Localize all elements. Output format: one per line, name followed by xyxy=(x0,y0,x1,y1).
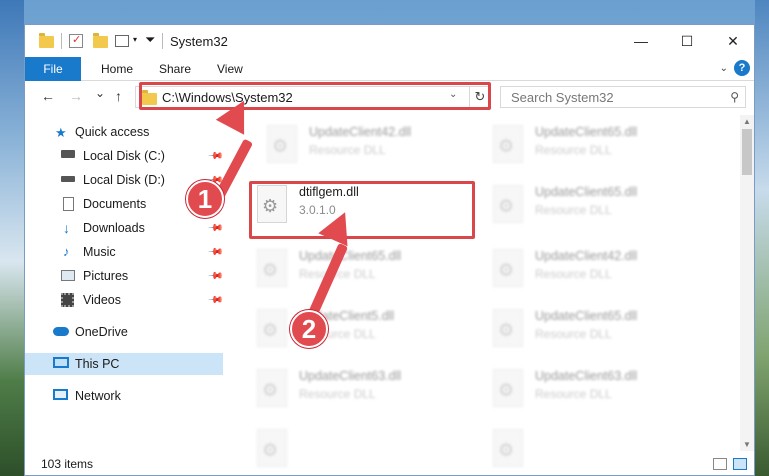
divider xyxy=(162,33,163,49)
address-highlight-box xyxy=(139,82,491,110)
sidebar-item-onedrive[interactable]: OneDrive xyxy=(25,321,223,343)
download-icon: ↓ xyxy=(63,220,70,236)
sidebar-item-network[interactable]: Network xyxy=(25,385,223,407)
videos-icon xyxy=(61,293,74,307)
chevron-down-icon[interactable]: ▾ xyxy=(133,35,137,44)
pin-icon[interactable]: 📌 xyxy=(207,268,224,285)
dll-file-icon xyxy=(257,309,287,347)
title-bar: ✓ ▾ ⏷ System32 — ☐ ✕ xyxy=(25,25,754,57)
properties-icon[interactable]: ✓ xyxy=(69,34,83,48)
dll-file-icon xyxy=(257,369,287,407)
computer-icon xyxy=(53,357,69,368)
tab-file[interactable]: File xyxy=(25,57,81,81)
maximize-button[interactable]: ☐ xyxy=(664,25,710,57)
sidebar-item-quick-access[interactable]: ★ Quick access xyxy=(25,121,223,143)
recent-locations-button[interactable]: ⌄ xyxy=(95,86,105,100)
file-item[interactable]: UpdateClient65.dll Resource DLL xyxy=(257,245,457,295)
expand-ribbon-icon[interactable]: ⌄ xyxy=(720,63,728,74)
back-button[interactable]: ← xyxy=(41,88,55,104)
file-explorer-window: ✓ ▾ ⏷ System32 — ☐ ✕ File Home Share Vie… xyxy=(24,24,755,476)
pin-icon[interactable]: 📌 xyxy=(207,220,224,237)
pictures-icon xyxy=(61,270,75,281)
step-2-badge: 2 xyxy=(290,310,328,348)
forward-button[interactable]: → xyxy=(69,88,83,104)
sidebar-item-this-pc[interactable]: This PC xyxy=(25,353,223,375)
item-count: 103 items xyxy=(41,457,94,471)
scrollbar-thumb[interactable] xyxy=(742,129,752,175)
search-icon[interactable]: ⚲ xyxy=(730,90,739,104)
sidebar-item-pictures[interactable]: Pictures 📌 xyxy=(25,265,224,287)
file-item[interactable]: UpdateClient65.dll Resource DLL xyxy=(493,121,693,171)
details-view-icon[interactable] xyxy=(713,458,727,470)
documents-icon xyxy=(63,197,74,211)
file-item[interactable]: UpdateClient5.dll Resource DLL xyxy=(257,305,457,355)
music-icon: ♪ xyxy=(63,244,70,259)
help-icon[interactable]: ? xyxy=(734,60,750,76)
pin-icon[interactable]: 📌 xyxy=(207,292,224,309)
vertical-scrollbar[interactable]: ▲ ▼ xyxy=(740,115,754,451)
large-icons-view-icon[interactable] xyxy=(733,458,747,470)
divider xyxy=(61,33,62,49)
scroll-down-icon[interactable]: ▼ xyxy=(743,440,751,449)
ribbon-tabs: File Home Share View ⌄ ? xyxy=(25,57,754,81)
window-title: System32 xyxy=(170,34,228,49)
desktop-background-left xyxy=(0,0,24,476)
dll-file-icon xyxy=(493,249,523,287)
tab-share[interactable]: Share xyxy=(159,57,191,81)
quick-access-dropdown-icon[interactable]: ⏷ xyxy=(145,32,155,48)
tab-view[interactable]: View xyxy=(217,57,243,81)
navigation-pane: ★ Quick access Local Disk (C:) 📌 Local D… xyxy=(25,119,225,451)
file-item[interactable]: UpdateClient65.dll Resource DLL xyxy=(493,181,693,231)
file-item[interactable]: UpdateClient65.dll Resource DLL xyxy=(493,305,693,355)
scroll-up-icon[interactable]: ▲ xyxy=(743,117,751,126)
desktop-background-right xyxy=(755,0,769,476)
sidebar-item-downloads[interactable]: ↓ Downloads 📌 xyxy=(25,217,224,239)
search-box[interactable]: Search System32 ⚲ xyxy=(500,86,746,108)
file-item[interactable]: UpdateClient63.dll Resource DLL xyxy=(493,365,693,415)
dll-file-icon xyxy=(257,249,287,287)
sidebar-item-local-disk-c[interactable]: Local Disk (C:) 📌 xyxy=(25,145,224,167)
pin-icon[interactable]: 📌 xyxy=(207,148,224,165)
status-bar: 103 items xyxy=(25,451,754,475)
sidebar-item-videos[interactable]: Videos 📌 xyxy=(25,289,224,311)
network-icon xyxy=(53,389,68,400)
file-item[interactable]: UpdateClient42.dll Resource DLL xyxy=(493,245,693,295)
file-highlight-box xyxy=(249,181,475,239)
cloud-icon xyxy=(53,327,69,336)
star-icon: ★ xyxy=(55,125,67,140)
drive-icon xyxy=(61,150,75,158)
up-button[interactable]: ↑ xyxy=(115,88,122,104)
step-1-badge: 1 xyxy=(186,180,224,218)
dll-file-icon xyxy=(493,185,523,223)
new-folder-icon[interactable] xyxy=(93,33,109,49)
dll-file-icon xyxy=(493,125,523,163)
close-button[interactable]: ✕ xyxy=(710,25,754,57)
drive-icon xyxy=(61,176,75,182)
navigation-bar: ← → ⌄ ↑ C:\Windows\System32 ⌄ ↻ Search S… xyxy=(25,82,754,112)
file-item[interactable]: UpdateClient63.dll Resource DLL xyxy=(257,365,457,415)
pin-icon[interactable]: 📌 xyxy=(207,244,224,261)
dll-file-icon xyxy=(493,369,523,407)
search-input[interactable]: Search System32 xyxy=(511,90,614,105)
sidebar-item-music[interactable]: ♪ Music 📌 xyxy=(25,241,224,263)
file-list: UpdateClient42.dll Resource DLL UpdateCl… xyxy=(231,115,737,467)
dll-file-icon xyxy=(493,309,523,347)
dll-file-icon xyxy=(267,125,297,163)
folder-icon[interactable] xyxy=(39,33,55,49)
minimize-button[interactable]: — xyxy=(618,25,664,57)
customize-toolbar-icon[interactable] xyxy=(115,35,129,47)
tab-home[interactable]: Home xyxy=(101,57,133,81)
file-item[interactable]: UpdateClient42.dll Resource DLL xyxy=(267,121,467,171)
